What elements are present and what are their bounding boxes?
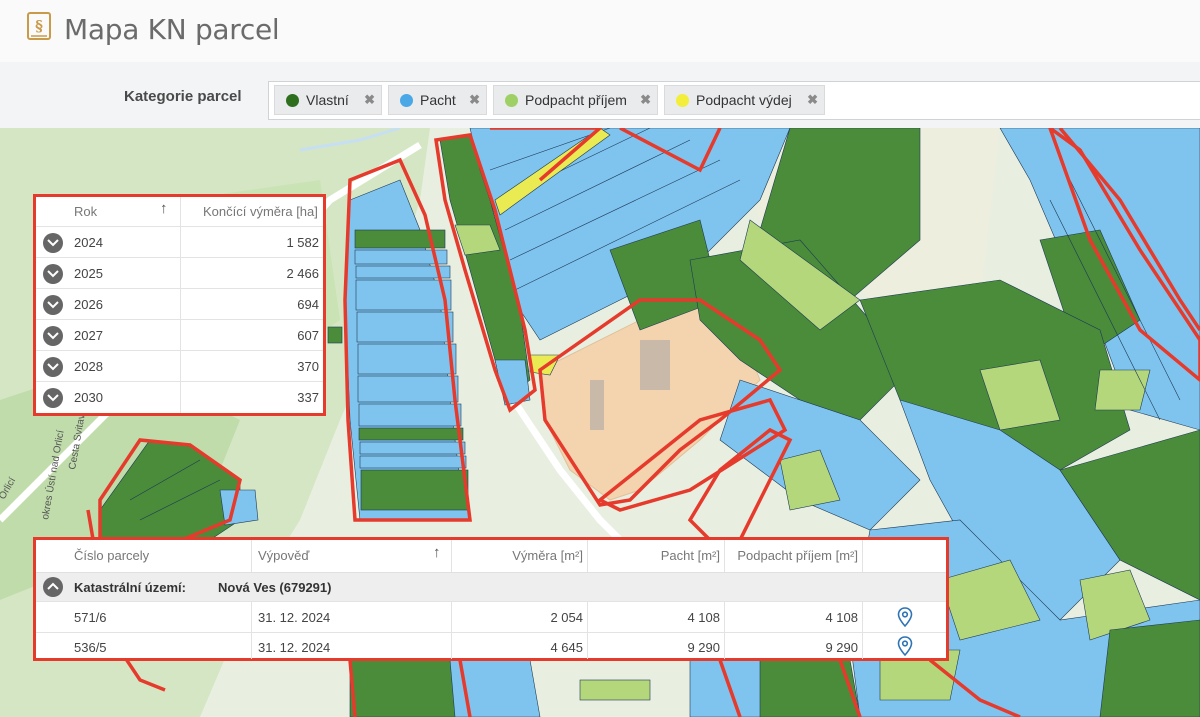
chevron-down-icon[interactable] [43, 264, 63, 284]
chip-podpacht-prijem[interactable]: Podpacht příjem ✖ [493, 85, 658, 115]
table-row[interactable]: 571/6 31. 12. 2024 2 054 4 108 4 108 [36, 601, 946, 633]
area-cell: 337 [297, 390, 319, 405]
table-row[interactable]: 2030 337 [36, 381, 323, 413]
close-icon[interactable]: ✖ [469, 92, 480, 108]
table-row[interactable]: 2025 2 466 [36, 257, 323, 289]
area-cell: 2 466 [286, 266, 319, 281]
arrow-up-icon[interactable]: ↑ [433, 544, 441, 561]
sublease-in-color-dot [505, 93, 518, 107]
lease-cell: 4 108 [687, 610, 720, 625]
table-row[interactable]: 2026 694 [36, 288, 323, 320]
chevron-down-icon[interactable] [43, 326, 63, 346]
own-color-dot [286, 93, 299, 107]
close-icon[interactable]: ✖ [364, 92, 375, 108]
area-cell: 694 [297, 297, 319, 312]
chip-vlastni[interactable]: Vlastní ✖ [274, 85, 382, 115]
sublease-cell: 9 290 [825, 640, 858, 655]
chip-label: Vlastní [306, 92, 349, 108]
lease-color-dot [400, 93, 413, 107]
year-cell: 2027 [74, 328, 103, 343]
area-cell: 1 582 [286, 235, 319, 250]
filter-label: Kategorie parcel [124, 88, 242, 105]
sublease-out-color-dot [676, 93, 689, 107]
close-icon[interactable]: ✖ [807, 92, 818, 108]
area-cell: 370 [297, 359, 319, 374]
column-header-lease[interactable]: Pacht [m²] [661, 548, 720, 563]
table-row[interactable]: 2028 370 [36, 350, 323, 382]
expiring-area-table: Rok ↑ Končící výměra [ha] 2024 1 582 202… [33, 194, 326, 416]
parcel-table: Číslo parcely Výpověď ↑ Výměra [m²] Pach… [33, 537, 949, 661]
chevron-down-icon[interactable] [43, 295, 63, 315]
table-row[interactable]: 2027 607 [36, 319, 323, 351]
chip-label: Pacht [420, 92, 456, 108]
chip-label: Podpacht výdej [696, 92, 792, 108]
law-book-icon: § [27, 12, 51, 40]
lease-cell: 9 290 [687, 640, 720, 655]
column-header-year[interactable]: Rok [74, 204, 97, 219]
sublease-cell: 4 108 [825, 610, 858, 625]
page-title: Mapa KN parcel [64, 13, 280, 46]
group-row[interactable]: Katastrální území: Nová Ves (679291) [36, 572, 946, 602]
arrow-up-icon[interactable]: ↑ [160, 200, 168, 217]
table-row[interactable]: 536/5 31. 12. 2024 4 645 9 290 9 290 [36, 632, 946, 659]
chevron-up-icon[interactable] [43, 577, 63, 597]
year-cell: 2024 [74, 235, 103, 250]
svg-text:§: § [35, 17, 43, 35]
map-pin-icon[interactable] [897, 636, 913, 656]
map-pin-icon[interactable] [897, 607, 913, 627]
column-header-sublease[interactable]: Podpacht příjem [m²] [737, 548, 858, 563]
notice-cell: 31. 12. 2024 [258, 640, 331, 655]
year-cell: 2028 [74, 359, 103, 374]
group-label: Katastrální území: [74, 580, 186, 595]
parcel-cell: 536/5 [74, 640, 107, 655]
column-header-area[interactable]: Výměra [m²] [512, 548, 583, 563]
chip-podpacht-vydej[interactable]: Podpacht výdej ✖ [664, 85, 825, 115]
area-cell: 4 645 [550, 640, 583, 655]
area-cell: 607 [297, 328, 319, 343]
year-cell: 2025 [74, 266, 103, 281]
notice-cell: 31. 12. 2024 [258, 610, 331, 625]
parcel-cell: 571/6 [74, 610, 107, 625]
chip-label: Podpacht příjem [525, 92, 627, 108]
chevron-down-icon[interactable] [43, 388, 63, 408]
page-header: § Mapa KN parcel [0, 0, 1200, 62]
chevron-down-icon[interactable] [43, 357, 63, 377]
category-multiselect[interactable]: Vlastní ✖ Pacht ✖ Podpacht příjem ✖ Podp… [268, 81, 1200, 120]
table-row[interactable]: 2024 1 582 [36, 226, 323, 258]
group-value: Nová Ves (679291) [218, 580, 332, 595]
column-header-parcel[interactable]: Číslo parcely [74, 548, 149, 563]
close-icon[interactable]: ✖ [640, 92, 651, 108]
column-header-area[interactable]: Končící výměra [ha] [203, 204, 318, 219]
column-header-notice[interactable]: Výpověď [258, 548, 309, 563]
year-cell: 2026 [74, 297, 103, 312]
chip-pacht[interactable]: Pacht ✖ [388, 85, 487, 115]
year-cell: 2030 [74, 390, 103, 405]
area-cell: 2 054 [550, 610, 583, 625]
chevron-down-icon[interactable] [43, 233, 63, 253]
